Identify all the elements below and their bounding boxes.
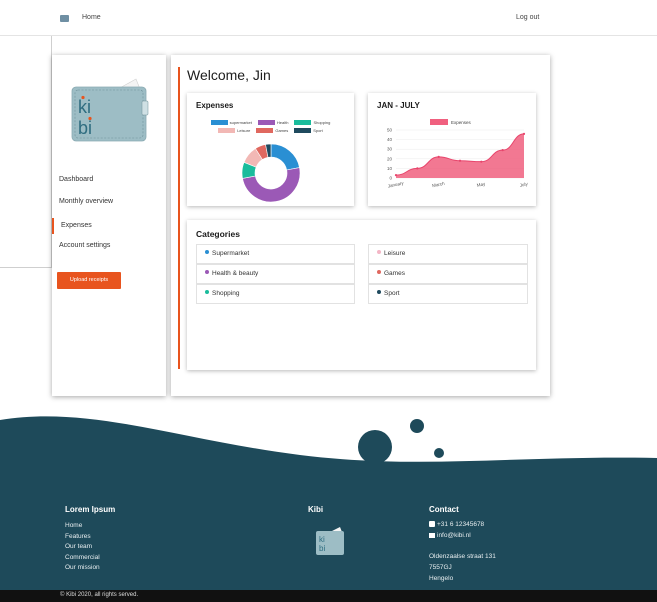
category-color-dot [377, 270, 381, 275]
area-legend-label: Expenses [451, 120, 472, 125]
nav-home-link[interactable]: Home [82, 14, 101, 21]
sidebar: ki bi Dashboard Monthly overview Expense… [52, 55, 166, 396]
expenses-donut-chart [241, 143, 301, 203]
donut-slice-supermarket[interactable] [270, 143, 300, 171]
category-label: Shopping [212, 290, 240, 297]
category-color-dot [205, 270, 209, 275]
phone-icon [429, 521, 435, 528]
logout-link[interactable]: Log out [516, 14, 539, 21]
category-color-dot [205, 290, 209, 295]
footer-link-our-mission[interactable]: Our mission [65, 564, 100, 571]
footer-wave [0, 416, 657, 590]
logo-text-top: ki [78, 97, 91, 117]
upload-receipts-button[interactable]: Upload receipts [57, 272, 121, 289]
sidebar-item-monthly-overview[interactable]: Monthly overview [59, 198, 113, 205]
footer-link-home[interactable]: Home [65, 522, 82, 529]
area-point[interactable] [501, 149, 504, 152]
categories-card: Categories Supermarket Health & beauty Sho… [187, 220, 536, 370]
y-tick-label: 20 [387, 156, 393, 161]
x-tick-label: March [432, 181, 446, 189]
area-point[interactable] [437, 155, 440, 158]
footer-address-line-1: Oldenzaalse straat 131 [429, 553, 496, 560]
footer-link-features[interactable]: Features [65, 533, 91, 540]
footer-logo-bottom: bi [319, 544, 325, 553]
category-label: Sport [384, 290, 400, 297]
area-legend-swatch [430, 119, 448, 125]
expenses-card: Expenses supermarket Health Shopping Leisur… [187, 93, 354, 206]
footer-kibi-logo: ki bi [316, 527, 344, 555]
area-fill [396, 133, 524, 178]
x-tick-label: May [476, 181, 486, 188]
category-item-leisure[interactable]: Leisure [368, 244, 528, 264]
footer-logo-top: ki [319, 535, 325, 544]
copyright-text: © Kibi 2020, all rights served. [60, 592, 139, 598]
category-label: Games [384, 270, 405, 277]
footer-phone[interactable]: +31 6 12345678 [429, 521, 484, 528]
footer-link-commercial[interactable]: Commercial [65, 554, 100, 561]
area-point[interactable] [458, 159, 462, 162]
category-item-shopping[interactable]: Shopping [196, 284, 355, 304]
x-tick-label: July [519, 181, 529, 188]
footer-col1-title: Lorem Ipsum [65, 505, 116, 514]
sidebar-item-expenses[interactable]: Expenses [52, 218, 92, 234]
x-tick-label: January [387, 180, 404, 188]
category-color-dot [205, 250, 209, 255]
brand-icon[interactable] [60, 15, 69, 22]
footer-col2-title: Kibi [308, 505, 324, 514]
footer-col3-title: Contact [429, 505, 459, 514]
expenses-area-chart: Expenses 0 10 20 30 40 50 January March May July [387, 119, 529, 189]
footer-address-line-2: 7557GJ [429, 564, 452, 571]
kibi-logo: ki bi [71, 78, 149, 142]
category-item-sport[interactable]: Sport [368, 284, 528, 304]
categories-title: Categories [196, 229, 240, 239]
copyright-bar: © Kibi 2020, all rights served. [0, 590, 657, 602]
category-item-supermarket[interactable]: Supermarket [196, 244, 355, 264]
background-panel [0, 36, 52, 268]
category-label: Leisure [384, 250, 406, 257]
category-item-games[interactable]: Games [368, 264, 528, 284]
y-tick-label: 50 [387, 128, 393, 133]
footer-address-line-3: Hengelo [429, 575, 454, 582]
y-tick-label: 40 [387, 137, 393, 142]
y-tick-label: 10 [387, 166, 393, 171]
sidebar-item-dashboard[interactable]: Dashboard [59, 176, 93, 183]
area-point[interactable] [522, 132, 526, 135]
area-legend[interactable]: Expenses [430, 119, 472, 125]
area-point[interactable] [394, 174, 398, 177]
main-panel: Welcome, Jin Expenses supermarket Health S… [171, 55, 550, 396]
footer-link-our-team[interactable]: Our team [65, 543, 92, 550]
category-label: Health & beauty [212, 270, 259, 277]
y-tick-label: 0 [389, 176, 392, 181]
footer-phone-text: +31 6 12345678 [437, 521, 485, 528]
footer-email-text: info@kibi.nl [437, 532, 471, 539]
footer-email[interactable]: info@kibi.nl [429, 532, 471, 539]
trend-card: JAN - JULY Expenses 0 10 20 30 40 50 January Mar… [368, 93, 536, 206]
category-label: Supermarket [212, 250, 250, 257]
category-color-dot [377, 250, 381, 255]
sidebar-item-account-settings[interactable]: Account settings [59, 242, 110, 249]
area-point[interactable] [416, 167, 419, 170]
page-title: Welcome, Jin [187, 67, 271, 83]
top-navbar: Home Log out [0, 0, 657, 36]
category-item-health-beauty[interactable]: Health & beauty [196, 264, 355, 284]
y-tick-label: 30 [387, 147, 393, 152]
accent-bar [178, 67, 180, 369]
category-color-dot [377, 290, 381, 295]
area-point[interactable] [480, 160, 483, 163]
mail-icon [429, 532, 435, 538]
logo-text-bottom: bi [78, 118, 92, 138]
